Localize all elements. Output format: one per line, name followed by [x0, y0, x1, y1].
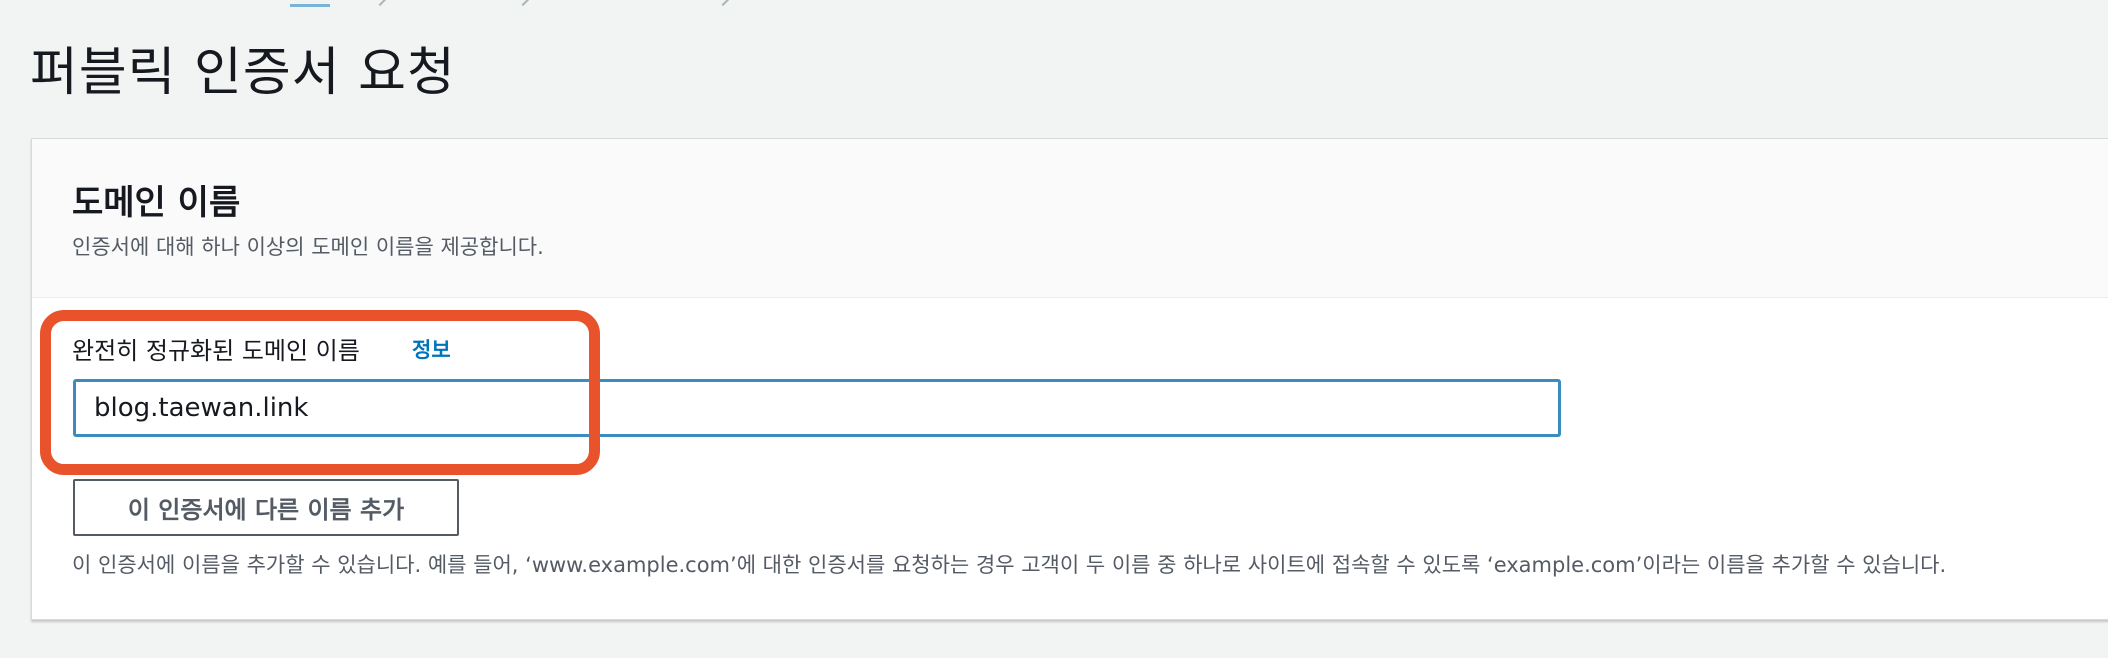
annotation-highlight-box — [40, 310, 600, 475]
panel-title: 도메인 이름 — [72, 183, 241, 223]
breadcrumb — [0, 0, 2108, 8]
panel-description: 인증서에 대해 하나 이상의 도메인 이름을 제공합니다. — [72, 235, 544, 259]
add-another-name-button[interactable]: 이 인증서에 다른 이름 추가 — [73, 479, 459, 536]
add-name-help-text: 이 인증서에 이름을 추가할 수 있습니다. 예를 들어, ‘www.examp… — [72, 553, 1947, 577]
breadcrumb-separator-icon — [372, 0, 388, 7]
breadcrumb-link-fragment[interactable] — [290, 0, 330, 7]
panel-header: 도메인 이름 인증서에 대해 하나 이상의 도메인 이름을 제공합니다. — [32, 139, 2108, 298]
breadcrumb-separator-icon — [515, 0, 531, 7]
page-title: 퍼블릭 인증서 요청 — [30, 43, 456, 103]
breadcrumb-separator-icon — [715, 0, 731, 7]
